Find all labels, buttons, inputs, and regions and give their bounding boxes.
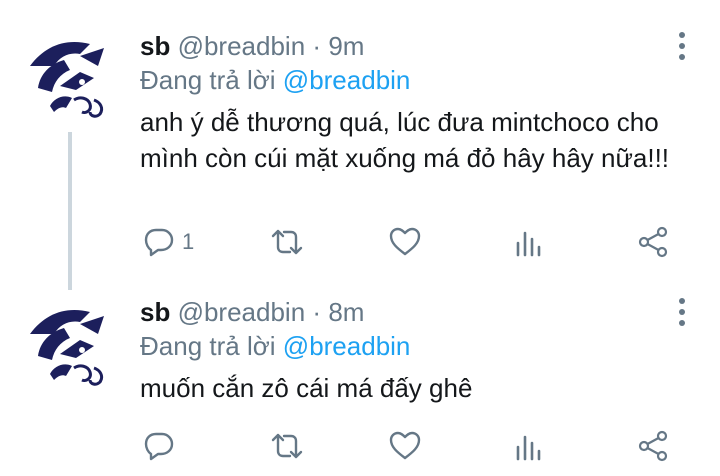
separator-dot: · [312,31,322,61]
like-button[interactable] [388,426,422,466]
tweet-text: anh ý dễ thương quá, lúc đưa mintchoco c… [140,107,670,173]
replying-to: Đang trả lời @breadbin [140,64,410,96]
share-button[interactable] [636,426,670,466]
reply-button[interactable]: 1 [142,222,194,262]
stats-icon [516,435,541,461]
reply-button[interactable] [142,426,182,466]
reply-count: 1 [182,229,195,254]
replying-to-label: Đang trả lời [140,65,276,95]
avatar[interactable] [20,26,122,128]
reply-icon [144,228,174,257]
tweet-time[interactable]: 9m [328,31,364,61]
avatar-drawing [30,310,104,386]
retweet-icon [271,229,303,255]
replying-to-mention[interactable]: @breadbin [283,331,411,361]
display-name[interactable]: sb [140,31,170,61]
share-button[interactable] [636,222,670,262]
like-button[interactable] [388,222,422,262]
share-icon [638,226,668,258]
user-handle[interactable]: @breadbin [178,297,306,327]
analytics-button[interactable] [512,222,546,262]
tweet[interactable]: sb @breadbin · 8m Đang trả lời @breadbin… [0,290,720,476]
more-vertical-icon [679,298,685,304]
tweet-actions: 1 [138,222,698,262]
more-vertical-icon [679,32,685,38]
reply-icon [144,432,174,461]
avatar-drawing [30,42,104,118]
separator-dot: · [312,297,322,327]
retweet-button[interactable] [270,222,304,262]
replying-to: Đang trả lời @breadbin [140,330,410,362]
tweet-actions [138,426,698,466]
tweet[interactable]: sb @breadbin · 9m Đang trả lời @breadbin… [0,0,720,290]
avatar[interactable] [20,294,122,396]
replying-to-mention[interactable]: @breadbin [283,65,411,95]
replying-to-label: Đang trả lời [140,331,276,361]
heart-icon [389,227,421,256]
stats-icon [516,231,541,257]
tweet-header: sb @breadbin · 8m [140,296,364,328]
heart-icon [389,431,421,460]
tweet-text: muốn cắn zô cái má đấy ghê [140,373,473,403]
retweet-icon [271,433,303,459]
tweet-time[interactable]: 8m [328,297,364,327]
tweet-header: sb @breadbin · 9m [140,30,364,62]
analytics-button[interactable] [512,426,546,466]
more-options-button[interactable] [670,26,694,66]
display-name[interactable]: sb [140,297,170,327]
more-options-button[interactable] [670,292,694,332]
share-icon [638,430,668,462]
retweet-button[interactable] [270,426,304,466]
user-handle[interactable]: @breadbin [178,31,306,61]
thread-connector [68,132,72,290]
